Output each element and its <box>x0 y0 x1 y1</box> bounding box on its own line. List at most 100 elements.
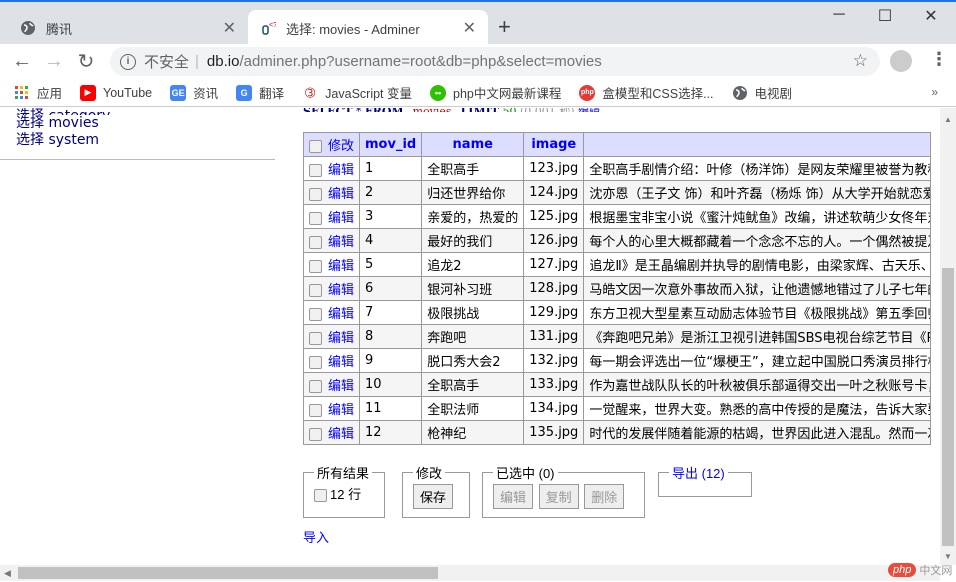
row-checkbox[interactable] <box>309 380 322 393</box>
bookmark-tv[interactable]: 电视剧 <box>732 83 792 102</box>
row-checkbox[interactable] <box>309 236 322 249</box>
back-button[interactable]: ← <box>6 50 38 73</box>
profile-avatar[interactable] <box>890 50 912 72</box>
info-icon[interactable]: i <box>120 53 136 70</box>
all-results-group: 所有结果 12 行 <box>303 463 385 518</box>
import-link[interactable]: 导入 <box>303 527 329 546</box>
copy-selected-button[interactable]: 复制 <box>538 484 579 509</box>
cell-image: 132.jpg <box>523 348 585 373</box>
bookmark-php-courses[interactable]: •• php中文网最新课程 <box>430 83 561 102</box>
menu-icon[interactable]: ⋮ <box>930 49 948 70</box>
cell-mov-id: 9 <box>359 348 423 373</box>
sidebar-item-system[interactable]: 选择 system <box>0 132 275 149</box>
sidebar-item-category[interactable]: 选择 category <box>0 108 275 115</box>
cell-mov-id: 3 <box>359 204 423 229</box>
delete-selected-button[interactable]: 删除 <box>584 484 625 509</box>
cell-mov-id: 1 <box>359 156 423 181</box>
edit-row-link[interactable]: 编辑 <box>328 331 354 346</box>
row-checkbox[interactable] <box>309 188 322 201</box>
bookmark-label: YouTube <box>103 85 153 100</box>
news-icon: GE <box>170 84 187 101</box>
horizontal-scroll-thumb[interactable] <box>18 567 438 579</box>
close-tab-icon[interactable]: ✕ <box>463 18 476 38</box>
tab-tencent[interactable]: 腾讯 ✕ <box>8 10 248 46</box>
reload-button[interactable]: ↻ <box>70 49 102 74</box>
edit-query-link[interactable]: 编辑 <box>578 108 600 112</box>
scroll-up-arrow[interactable]: ▲ <box>940 112 956 128</box>
cell-image: 128.jpg <box>523 276 585 301</box>
tab-adminer[interactable]: <? 选择: movies - Adminer ✕ <box>248 10 488 46</box>
cell-name: 追龙2 <box>421 252 525 277</box>
all-results-checkbox[interactable] <box>314 489 327 503</box>
table-row: 编辑 7 极限挑战 129.jpg 东方卫视大型星素互动励志体验节目《极限挑战》第五季回… <box>302 300 932 325</box>
cell-name: 银河补习班 <box>421 276 525 301</box>
cell-name: 极限挑战 <box>421 300 525 325</box>
cell-mov-id: 7 <box>359 300 423 325</box>
row-checkbox[interactable] <box>309 332 322 345</box>
edit-selected-button[interactable]: 编辑 <box>493 484 534 509</box>
maximize-button[interactable]: ☐ <box>862 6 908 26</box>
column-header-description[interactable] <box>583 132 932 157</box>
edit-row-link[interactable]: 编辑 <box>328 283 354 298</box>
column-header-image[interactable]: image <box>523 132 585 157</box>
row-checkbox[interactable] <box>309 284 322 297</box>
row-checkbox[interactable] <box>309 212 322 225</box>
column-header-name[interactable]: name <box>421 132 525 157</box>
cell-description: 每一期会评选出一位“爆梗王”，建立起中国脱口秀演员排行榜 <box>583 348 932 373</box>
bookmark-apps[interactable]: 应用 <box>14 83 62 102</box>
close-window-button[interactable]: ✕ <box>908 6 954 26</box>
cell-description: 马皓文因一次意外事故而入狱，让他遗憾地错过了儿子七年的 <box>583 276 932 301</box>
bookmark-star-icon[interactable]: ☆ <box>853 51 868 71</box>
row-checkbox[interactable] <box>309 308 322 321</box>
export-link[interactable]: 导出 (12) <box>669 463 728 482</box>
address-bar[interactable]: i 不安全 | db.io /adminer.php?username=root… <box>110 47 880 76</box>
row-checkbox[interactable] <box>309 428 322 441</box>
globe-icon <box>20 20 36 36</box>
row-checkbox[interactable] <box>309 260 322 273</box>
edit-row-link[interactable]: 编辑 <box>328 427 354 442</box>
table-row: 编辑 12 枪神纪 135.jpg 时代的发展伴随着能源的枯竭，世界因此进入混乱。然而一… <box>302 420 932 445</box>
edit-row-link[interactable]: 编辑 <box>328 163 354 178</box>
globe-icon <box>732 85 748 101</box>
edit-row-link[interactable]: 编辑 <box>328 379 354 394</box>
edit-row-link[interactable]: 编辑 <box>328 187 354 202</box>
column-header-mov-id[interactable]: mov_id <box>359 132 423 157</box>
row-checkbox[interactable] <box>309 404 322 417</box>
row-checkbox[interactable] <box>309 164 322 177</box>
cell-name: 枪神纪 <box>421 420 525 445</box>
edit-row-link[interactable]: 编辑 <box>328 211 354 226</box>
bookmark-news[interactable]: GE 资讯 <box>170 83 218 102</box>
minimize-button[interactable]: ─ <box>816 6 862 24</box>
forward-button[interactable]: → <box>38 50 70 73</box>
select-label: 选择 <box>16 115 44 131</box>
save-button[interactable]: 保存 <box>413 484 454 509</box>
row-count: 12 <box>330 487 345 502</box>
bookmark-javascript[interactable]: ➂ JavaScript 变量 <box>302 83 412 102</box>
edit-row-link[interactable]: 编辑 <box>328 307 354 322</box>
edit-row-link[interactable]: 编辑 <box>328 259 354 274</box>
cell-mov-id: 6 <box>359 276 423 301</box>
more-bookmarks-button[interactable]: » <box>931 85 938 99</box>
wechat-icon: •• <box>430 84 447 101</box>
cell-image: 124.jpg <box>523 180 585 205</box>
scroll-thumb[interactable] <box>942 268 954 546</box>
separator: | <box>195 53 199 70</box>
vertical-scrollbar[interactable]: ▲ ▼ <box>940 108 956 565</box>
bookmark-css-selector[interactable]: php 盒模型和CSS选择... <box>579 83 714 102</box>
cell-mov-id: 8 <box>359 324 423 349</box>
horizontal-scrollbar[interactable]: ◀ <box>0 565 940 581</box>
scroll-left-arrow[interactable]: ◀ <box>4 565 11 581</box>
bookmark-translate[interactable]: G 翻译 <box>236 83 284 102</box>
edit-row-link[interactable]: 编辑 <box>328 355 354 370</box>
row-checkbox[interactable] <box>309 356 322 369</box>
edit-row-link[interactable]: 编辑 <box>328 403 354 418</box>
close-tab-icon[interactable]: ✕ <box>223 18 236 38</box>
youtube-icon: ▶ <box>80 84 97 101</box>
edit-row-link[interactable]: 编辑 <box>328 235 354 250</box>
cell-description: 一觉醒来，世界大变。熟悉的高中传授的是魔法，告诉大家要 <box>583 396 932 421</box>
select-all-checkbox[interactable] <box>309 140 322 153</box>
bookmark-youtube[interactable]: ▶ YouTube <box>80 84 153 101</box>
php-icon: php <box>579 84 596 101</box>
new-tab-button[interactable]: + <box>498 14 511 40</box>
sidebar-item-movies[interactable]: 选择 movies <box>0 115 275 132</box>
